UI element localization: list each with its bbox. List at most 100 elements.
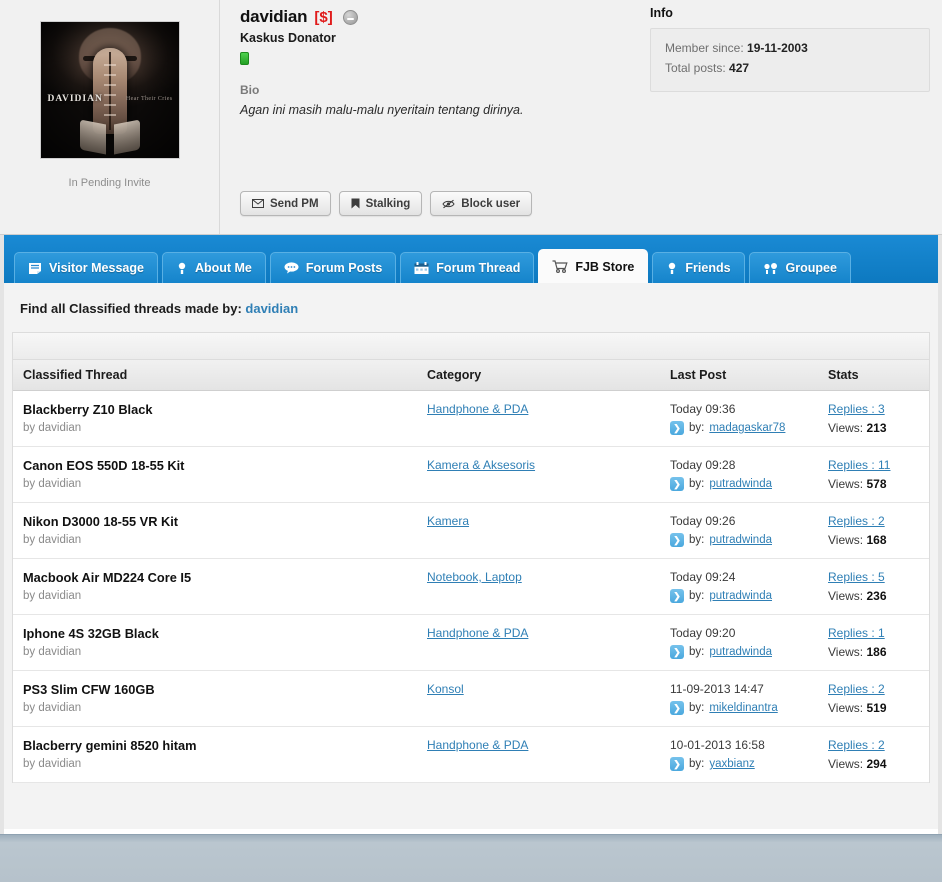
last-post-author-link[interactable]: mikeldinantra bbox=[709, 702, 777, 714]
stalking-button[interactable]: Stalking bbox=[338, 191, 423, 216]
cell-category: Kamera & Aksesoris bbox=[417, 446, 660, 503]
tab-fjb-store[interactable]: FJB Store bbox=[538, 249, 649, 283]
tab-friends[interactable]: Friends bbox=[652, 252, 745, 283]
by-prefix: by bbox=[23, 589, 36, 602]
tab-groupee[interactable]: Groupee bbox=[748, 252, 851, 283]
cell-stats: Replies : 11 Views: 578 bbox=[818, 446, 929, 503]
avatar-artwork-title: DAVIDIAN bbox=[47, 94, 103, 104]
avatar-caption: In Pending Invite bbox=[68, 177, 151, 189]
goto-last-post-icon[interactable]: ❯ bbox=[670, 757, 684, 771]
shopping-cart-icon bbox=[552, 260, 568, 273]
tab-forum-thread[interactable]: Forum Thread bbox=[400, 252, 535, 283]
block-user-button[interactable]: Block user bbox=[430, 191, 533, 216]
author-name: davidian bbox=[38, 645, 82, 658]
author-name: davidian bbox=[38, 701, 82, 714]
replies-link[interactable]: Replies : 5 bbox=[828, 570, 885, 584]
column-header-last-post[interactable]: Last Post bbox=[660, 360, 818, 391]
thread-author: by davidian bbox=[23, 478, 417, 490]
goto-last-post-icon[interactable]: ❯ bbox=[670, 477, 684, 491]
cell-stats: Replies : 5 Views: 236 bbox=[818, 558, 929, 615]
last-post-author-link[interactable]: madagaskar78 bbox=[709, 422, 785, 434]
replies-link[interactable]: Replies : 2 bbox=[828, 514, 885, 528]
last-post-author-link[interactable]: putradwinda bbox=[709, 534, 772, 546]
replies-link[interactable]: Replies : 2 bbox=[828, 682, 885, 696]
note-icon bbox=[28, 262, 42, 275]
block-eye-icon bbox=[442, 199, 455, 209]
person-icon bbox=[666, 262, 678, 275]
replies-link[interactable]: Replies : 11 bbox=[828, 458, 890, 472]
table-row: PS3 Slim CFW 160GB by davidian Konsol 11-09… bbox=[13, 670, 929, 727]
tab-visitor-message[interactable]: Visitor Message bbox=[14, 252, 158, 283]
cell-thread: Nikon D3000 18-55 VR Kit by davidian bbox=[13, 502, 417, 559]
last-post-by-prefix: by: bbox=[689, 758, 705, 770]
info-panel: Member since: 19-11-2003 Total posts: 42… bbox=[650, 28, 930, 92]
category-link[interactable]: Handphone & PDA bbox=[427, 738, 528, 752]
last-post-author-link[interactable]: putradwinda bbox=[709, 646, 772, 658]
views-count: Views: 213 bbox=[828, 421, 929, 435]
cell-last-post: 10-01-2013 16:58 ❯ by: yaxbianz bbox=[660, 726, 818, 783]
last-post-author-link[interactable]: putradwinda bbox=[709, 478, 772, 490]
category-link[interactable]: Konsol bbox=[427, 682, 464, 696]
views-value: 213 bbox=[866, 421, 887, 435]
category-link[interactable]: Kamera bbox=[427, 514, 469, 528]
goto-last-post-icon[interactable]: ❯ bbox=[670, 533, 684, 547]
last-post-author-row: ❯ by: putradwinda bbox=[670, 477, 818, 491]
last-post-author-row: ❯ by: putradwinda bbox=[670, 533, 818, 547]
column-header-stats[interactable]: Stats bbox=[818, 360, 929, 391]
table-row: Canon EOS 550D 18-55 Kit by davidian Kamer… bbox=[13, 446, 929, 503]
table-toolbar-strip bbox=[13, 333, 929, 360]
goto-last-post-icon[interactable]: ❯ bbox=[670, 421, 684, 435]
last-post-by-prefix: by: bbox=[689, 478, 705, 490]
column-header-classified-thread[interactable]: Classified Thread bbox=[13, 360, 417, 391]
send-pm-label: Send PM bbox=[270, 197, 319, 210]
classified-threads-table-wrap: Classified Thread Category Last Post Sta… bbox=[12, 332, 930, 783]
views-value: 294 bbox=[866, 757, 887, 771]
goto-last-post-icon[interactable]: ❯ bbox=[670, 701, 684, 715]
thread-title[interactable]: Canon EOS 550D 18-55 Kit bbox=[23, 458, 417, 474]
username[interactable]: davidian bbox=[240, 7, 308, 27]
smiley-icon bbox=[342, 9, 358, 25]
tab-visitor-message-label: Visitor Message bbox=[49, 261, 144, 275]
category-link[interactable]: Notebook, Laptop bbox=[427, 570, 522, 584]
thread-author: by davidian bbox=[23, 702, 417, 714]
tab-about-me[interactable]: About Me bbox=[161, 252, 266, 283]
cell-thread: Canon EOS 550D 18-55 Kit by davidian bbox=[13, 446, 417, 503]
tab-about-me-label: About Me bbox=[194, 261, 252, 275]
bio-text: Agan ini masih malu-malu nyeritain tenta… bbox=[240, 103, 524, 117]
tab-forum-posts[interactable]: Forum Posts bbox=[269, 252, 397, 283]
replies-link[interactable]: Replies : 2 bbox=[828, 738, 885, 752]
last-post-by-prefix: by: bbox=[689, 702, 705, 714]
thread-title[interactable]: Nikon D3000 18-55 VR Kit bbox=[23, 514, 417, 530]
member-since-value: 19-11-2003 bbox=[747, 41, 808, 55]
category-link[interactable]: Handphone & PDA bbox=[427, 402, 528, 416]
column-header-category[interactable]: Category bbox=[417, 360, 660, 391]
replies-link[interactable]: Replies : 1 bbox=[828, 626, 885, 640]
thread-title[interactable]: Blackberry Z10 Black bbox=[23, 402, 417, 418]
people-icon bbox=[763, 262, 779, 275]
thread-title[interactable]: PS3 Slim CFW 160GB bbox=[23, 682, 417, 698]
goto-last-post-icon[interactable]: ❯ bbox=[670, 645, 684, 659]
username-row: davidian [$] bbox=[240, 6, 640, 28]
by-prefix: by bbox=[23, 757, 36, 770]
thread-author: by davidian bbox=[23, 758, 417, 770]
thread-title[interactable]: Blacberry gemini 8520 hitam bbox=[23, 738, 417, 754]
author-name: davidian bbox=[38, 589, 82, 602]
send-pm-button[interactable]: Send PM bbox=[240, 191, 331, 216]
last-post-author-link[interactable]: yaxbianz bbox=[709, 758, 754, 770]
donator-badge: [$] bbox=[314, 8, 333, 26]
find-threads-prefix: Find all Classified threads made by: bbox=[20, 301, 242, 316]
replies-link[interactable]: Replies : 3 bbox=[828, 402, 885, 416]
last-post-author-row: ❯ by: madagaskar78 bbox=[670, 421, 818, 435]
thread-title[interactable]: Iphone 4S 32GB Black bbox=[23, 626, 417, 642]
last-post-date: Today 09:36 bbox=[670, 402, 736, 416]
last-post-author-link[interactable]: putradwinda bbox=[709, 590, 772, 602]
goto-last-post-icon[interactable]: ❯ bbox=[670, 589, 684, 603]
category-link[interactable]: Kamera & Aksesoris bbox=[427, 458, 535, 472]
find-threads-username-link[interactable]: davidian bbox=[245, 301, 298, 316]
last-post-date: 10-01-2013 16:58 bbox=[670, 738, 765, 752]
views-count: Views: 519 bbox=[828, 701, 929, 715]
avatar[interactable]: DAVIDIAN Hear Their Cries bbox=[39, 21, 180, 159]
category-link[interactable]: Handphone & PDA bbox=[427, 626, 528, 640]
cell-category: Handphone & PDA bbox=[417, 726, 660, 783]
thread-title[interactable]: Macbook Air MD224 Core I5 bbox=[23, 570, 417, 586]
